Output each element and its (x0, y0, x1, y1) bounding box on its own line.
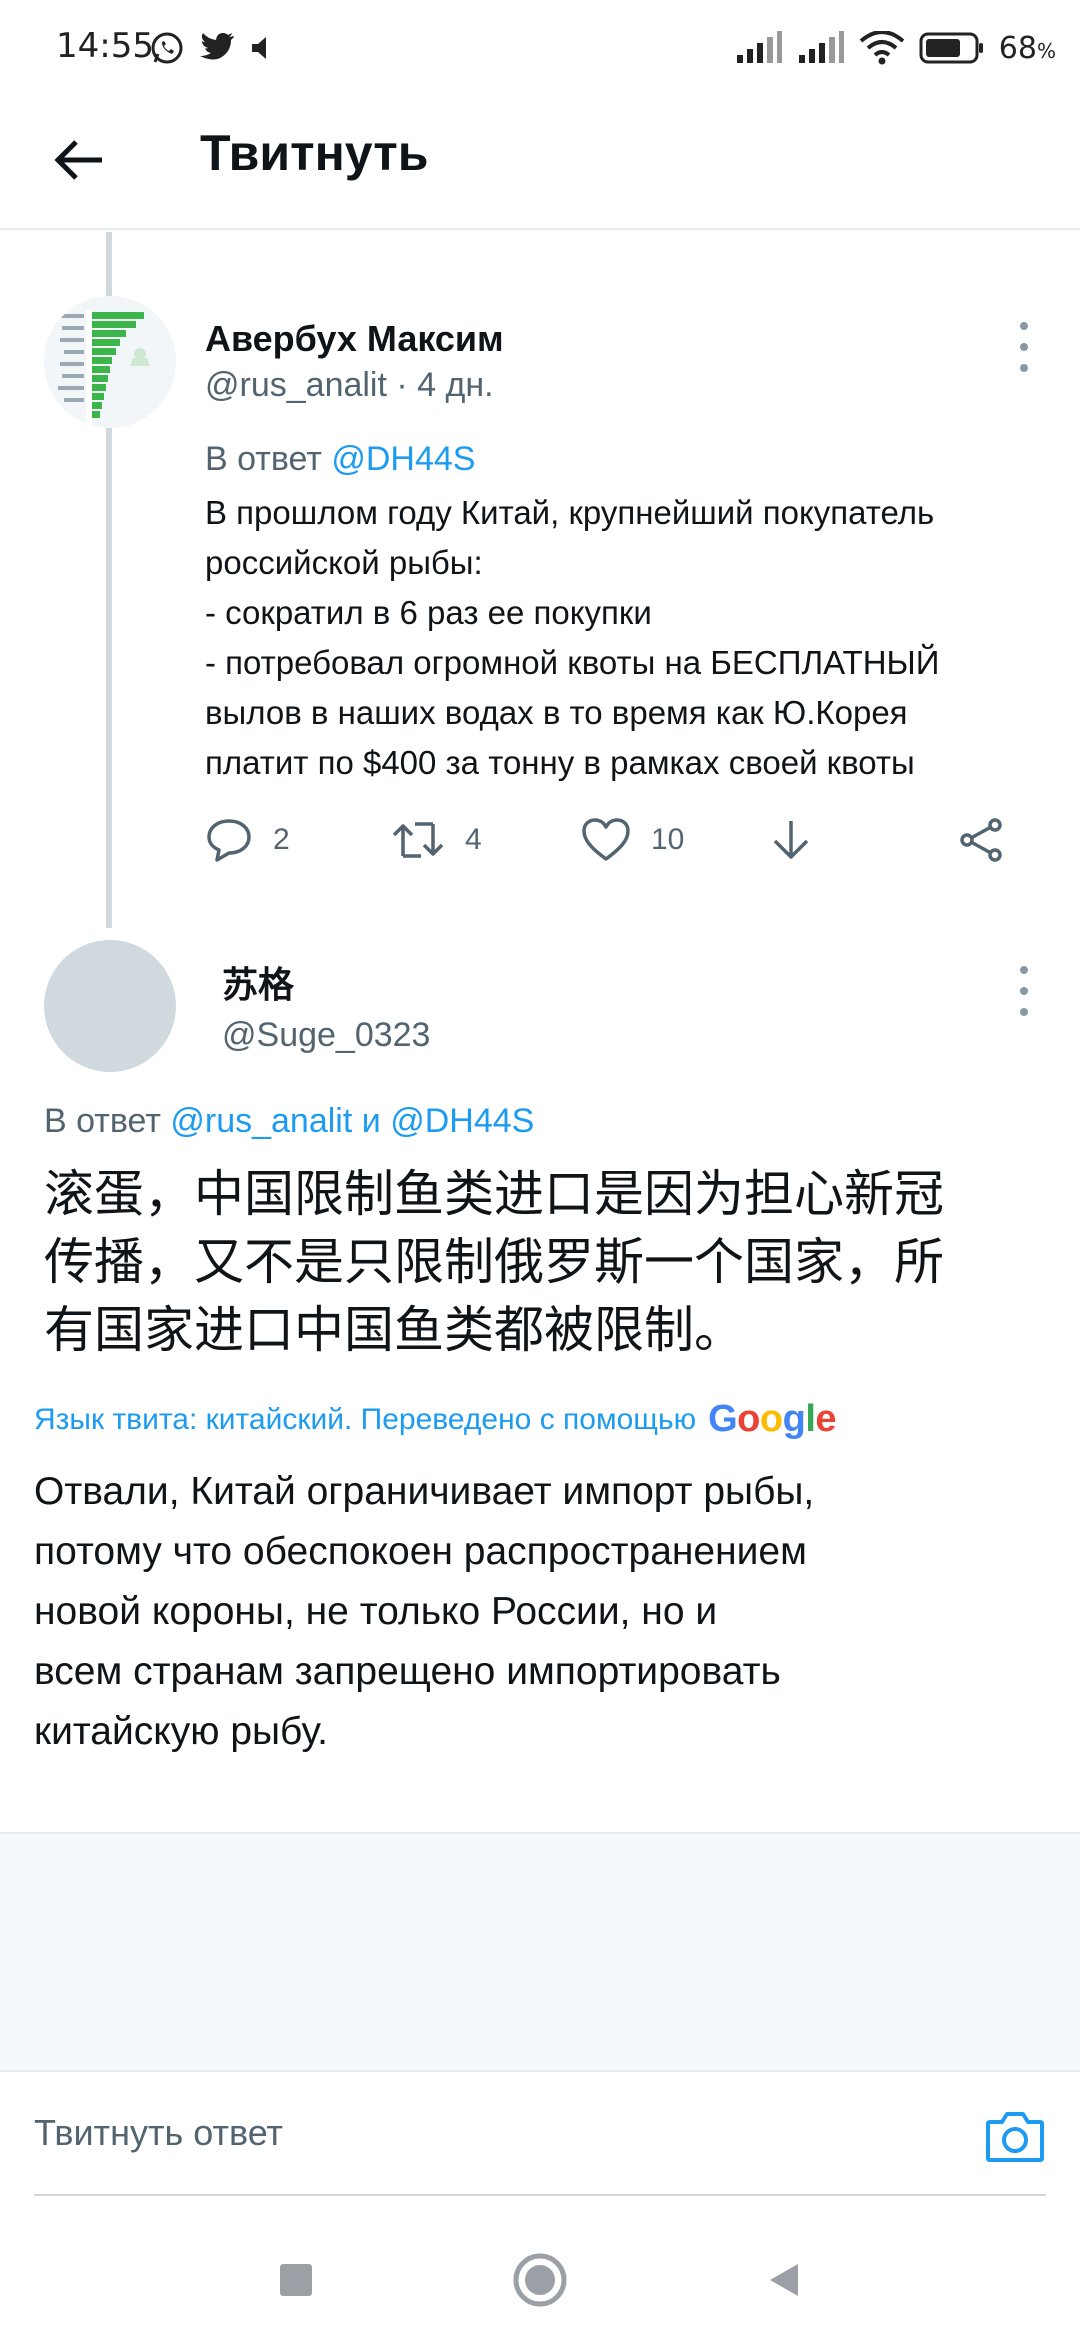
reply-to-mention[interactable]: @DH44S (331, 440, 475, 478)
wifi-icon (859, 31, 905, 65)
circle-home-icon (513, 2253, 567, 2307)
status-bar: 14:55 68% (0, 0, 1080, 96)
more-options-icon[interactable] (1014, 966, 1034, 1016)
home-button[interactable] (508, 2248, 572, 2312)
reply-to-line: В ответ @DH44S (205, 440, 476, 478)
download-arrow-icon (773, 821, 809, 859)
back-button[interactable] (44, 126, 112, 194)
retweet-button[interactable]: 4 (391, 808, 482, 872)
signal-icon (798, 31, 844, 63)
status-time: 14:55 (56, 26, 154, 66)
tweet-text-line: российской рыбы: (205, 544, 483, 581)
tweet-text-line: всем странам запрещено импортировать (34, 1650, 781, 1693)
reply-count: 2 (273, 823, 290, 856)
whatsapp-icon (151, 32, 183, 64)
tweet-text-line: китайскую рыбу. (34, 1710, 328, 1753)
retweet-icon (392, 822, 444, 858)
system-icons: 68% (735, 26, 1056, 70)
retweet-count: 4 (465, 823, 482, 856)
avatar-chart-image (44, 296, 176, 428)
arrow-left-icon (54, 140, 102, 180)
camera-button[interactable] (984, 2108, 1046, 2164)
reply-composer: Твитнуть ответ (0, 2072, 1080, 2194)
tweet-text-line: новой короны, не только России, но и (34, 1590, 718, 1633)
translation-note-text: Язык твита: китайский. Переведено с помо… (34, 1402, 697, 1436)
author-handle[interactable]: @rus_analit (205, 366, 387, 404)
author-name[interactable]: Авербух Максим (205, 318, 504, 360)
reply-button[interactable]: 2 (205, 808, 290, 872)
battery-icon (919, 32, 983, 64)
google-logo: Google (708, 1398, 837, 1440)
translation-attribution[interactable]: Язык твита: китайский. Переведено с помо… (34, 1398, 837, 1441)
tweet-text-line: 有国家进口中国鱼类都被限制。 (44, 1301, 744, 1359)
square-recents-icon (280, 2264, 312, 2296)
avatar[interactable] (44, 940, 176, 1072)
avatar[interactable] (44, 296, 176, 428)
tweet-text-line: - сократил в 6 раз ее покупки (205, 594, 652, 631)
bookmark-button[interactable] (769, 808, 813, 872)
tweet-original-text: 滚蛋，中国限制鱼类进口是因为担心新冠 传播，又不是只限制俄罗斯一个国家，所 有国… (44, 1160, 1054, 1364)
signal-icon (736, 31, 782, 63)
like-count: 10 (651, 823, 685, 856)
tweet-text: В прошлом году Китай, крупнейший покупат… (205, 488, 1055, 788)
tweet-text-line: вылов в наших водах в то время как Ю.Кор… (205, 694, 908, 731)
share-icon (960, 818, 1002, 862)
page-title: Твитнуть (200, 125, 429, 181)
author-meta: @rus_analit · 4 дн. (205, 366, 494, 404)
app-header: Твитнуть (0, 96, 1080, 230)
back-nav-button[interactable] (752, 2248, 816, 2312)
tweet-text-line: 传播，又不是只限制俄罗斯一个国家，所 (44, 1233, 944, 1291)
tweet-text-line: 滚蛋，中国限制鱼类进口是因为担心新冠 (44, 1165, 944, 1223)
battery-level: 68% (998, 30, 1056, 66)
share-button[interactable] (957, 808, 1005, 872)
volume-icon (252, 37, 266, 59)
author-handle[interactable]: @Suge_0323 (222, 1016, 430, 1055)
tweet-text-line: В прошлом году Китай, крупнейший покупат… (205, 494, 935, 531)
like-button[interactable]: 10 (581, 808, 684, 872)
reply-icon (207, 819, 251, 862)
triangle-back-icon (770, 2264, 798, 2296)
system-nav-bar (0, 2208, 1080, 2340)
camera-icon (986, 2112, 1044, 2162)
more-options-icon[interactable] (1014, 322, 1034, 372)
tweet-text-line: - потребовал огромной квоты на БЕСПЛАТНЫ… (205, 644, 940, 681)
tweet-text-line: Отвали, Китай ограничивает импорт рыбы, (34, 1470, 815, 1513)
recents-button[interactable] (264, 2248, 328, 2312)
reply-to-mention[interactable]: @rus_analit (170, 1102, 352, 1140)
reply-to-line: В ответ @rus_analit и @DH44S (44, 1102, 535, 1140)
reply-input-underline (34, 2194, 1046, 2196)
tweet-translated-text: Отвали, Китай ограничивает импорт рыбы, … (34, 1462, 1034, 1762)
reply-input[interactable]: Твитнуть ответ (34, 2112, 283, 2154)
twitter-icon (200, 33, 234, 60)
tweet-text-line: платит по $400 за тонну в рамках своей к… (205, 744, 915, 781)
notification-icons (150, 28, 274, 68)
empty-replies-area (0, 1832, 1080, 2072)
reply-to-mention[interactable]: @DH44S (390, 1102, 534, 1140)
heart-icon (582, 818, 630, 861)
tweet-text-line: потому что обеспокоен распространением (34, 1530, 807, 1573)
tweet-actions: 2 4 10 (205, 808, 1015, 872)
author-name[interactable]: 苏格 (222, 956, 294, 1008)
tweet-time: 4 дн. (417, 366, 494, 404)
